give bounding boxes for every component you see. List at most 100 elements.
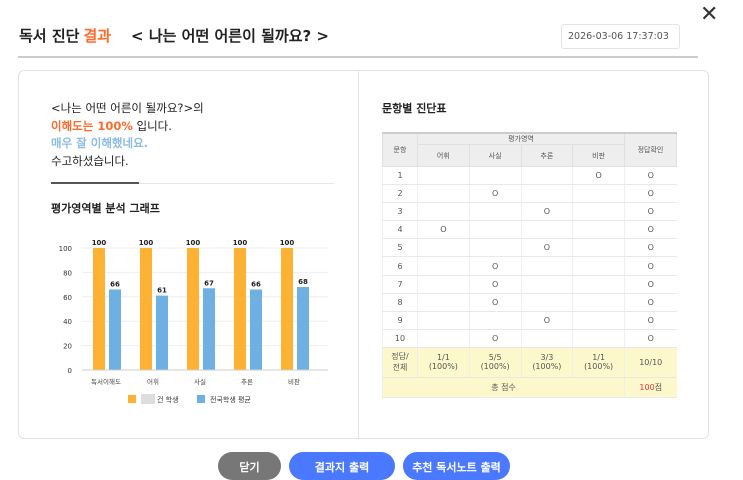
data-label: 68 <box>298 278 308 286</box>
y-tick-label: 20 <box>63 343 72 351</box>
table-cell: O <box>468 293 521 312</box>
y-tick-label: 40 <box>63 318 72 326</box>
data-label: 100 <box>139 239 154 247</box>
table-cell <box>417 329 470 348</box>
table-cell <box>417 202 470 222</box>
table-cell <box>572 329 625 348</box>
table-cell <box>417 166 470 186</box>
table-cell <box>572 184 625 204</box>
table-title: 문항별 진단표 <box>382 102 447 115</box>
print-note-button[interactable]: 추천 독서노트 출력 <box>403 452 510 480</box>
chart-title: 평가영역별 분석 그래프 <box>51 202 160 215</box>
data-label: 100 <box>233 239 248 247</box>
table-cell: 4 <box>382 220 418 240</box>
redacted-name <box>141 394 155 404</box>
table-cell <box>520 184 573 204</box>
summary-text: <나는 어떤 어른이 될까요?>의 이해도는 100% 입니다. 매우 잘 이해… <box>51 100 204 170</box>
data-label: 67 <box>204 279 214 287</box>
score-row: 총 점수 100점 <box>382 377 677 398</box>
score-label: 총 점수 <box>382 377 625 398</box>
y-tick-label: 60 <box>63 294 72 302</box>
table-cell <box>417 238 470 258</box>
table-cell: O <box>624 220 677 240</box>
table-row: 6 O O <box>382 256 677 276</box>
table-row: 2 O O <box>382 184 677 204</box>
table-cell <box>520 293 573 312</box>
summary-line2: 입니다. <box>132 118 172 133</box>
bar-national <box>297 287 309 370</box>
x-tick-label: 어휘 <box>147 377 159 386</box>
table-cell <box>520 329 573 348</box>
print-result-button[interactable]: 결과지 출력 <box>289 452 395 480</box>
table-cell <box>417 256 470 276</box>
table-cell: O <box>624 293 677 312</box>
understanding-rate: 이해도는 100% <box>51 118 133 133</box>
table-row: 9 O O <box>382 311 677 330</box>
table-cell <box>468 238 521 258</box>
y-tick-label: 80 <box>63 269 72 277</box>
diagnosis-table: 문항 평가영역 정답확인 어휘 사실 추론 비판 1OO2OO3OO4OO5OO6OO7O… <box>382 132 677 398</box>
th-area: 평가영역 <box>417 132 625 145</box>
table-row: 7 O O <box>382 275 677 294</box>
table-cell: 9 <box>382 311 418 330</box>
table-cell <box>468 311 521 330</box>
table-row: 4OO <box>382 220 677 240</box>
table-cell: O <box>624 166 677 186</box>
table-cell: 8 <box>382 293 418 312</box>
table-cell: O <box>624 275 677 294</box>
table-cell: 10 <box>382 329 418 348</box>
table-cell: O <box>468 275 521 294</box>
table-cell: O <box>468 329 521 348</box>
table-cell: 7 <box>382 275 418 294</box>
bar-student <box>93 248 105 370</box>
th-area-item: 사실 <box>468 144 522 167</box>
book-title: < 나는 어떤 어른이 될까요? > <box>131 27 329 45</box>
legend-swatch <box>128 395 136 403</box>
table-cell: O <box>417 220 470 240</box>
totals-cell: 1/1 (100%) <box>572 347 625 378</box>
th-no: 문항 <box>382 132 418 167</box>
table-row: 5 O O <box>382 238 677 258</box>
table-cell: O <box>624 202 677 222</box>
table-cell <box>572 202 625 222</box>
table-cell: O <box>624 311 677 330</box>
totals-label: 정답/ 전체 <box>382 347 418 378</box>
bar-national <box>109 289 121 370</box>
table-cell <box>468 220 521 240</box>
score-unit: 점 <box>654 382 663 392</box>
th-area-item: 비판 <box>572 144 625 167</box>
table-cell <box>572 238 625 258</box>
table-cell <box>417 311 470 330</box>
table-cell: 5 <box>382 238 418 258</box>
table-row: 8 O O <box>382 293 677 312</box>
table-cell: O <box>624 329 677 348</box>
thanks-text: 수고하셨습니다. <box>51 153 129 168</box>
data-label: 66 <box>251 280 261 288</box>
close-button[interactable]: 닫기 <box>218 452 281 480</box>
summary-line1: <나는 어떤 어른이 될까요?>의 <box>51 101 204 115</box>
table-cell <box>468 166 521 186</box>
table-cell <box>572 256 625 276</box>
table-cell <box>520 166 573 186</box>
bar-national <box>156 295 168 370</box>
table-cell <box>417 293 470 312</box>
totals-cell: 10/10 <box>624 347 677 378</box>
bar-national <box>250 289 262 370</box>
table-cell: O <box>624 184 677 204</box>
table-cell <box>572 293 625 312</box>
totals-cell: 3/3 (100%) <box>520 347 573 378</box>
th-area-item: 추론 <box>520 144 574 167</box>
page-title: 독서 진단 결과 < 나는 어떤 어른이 될까요? > <box>19 25 329 46</box>
data-label: 61 <box>157 287 167 295</box>
card-divider <box>358 71 359 438</box>
section-divider-accent <box>51 182 139 184</box>
table-cell: O <box>572 166 625 186</box>
close-icon[interactable]: ✕ <box>700 4 718 26</box>
score-value: 100점 <box>624 377 677 398</box>
bar-national <box>203 288 215 370</box>
table-row: 10 O O <box>382 329 677 348</box>
praise-text: 매우 잘 이해했네요. <box>51 136 149 150</box>
table-cell: O <box>520 238 573 258</box>
legend-swatch <box>197 395 205 403</box>
table-cell: O <box>520 311 573 330</box>
